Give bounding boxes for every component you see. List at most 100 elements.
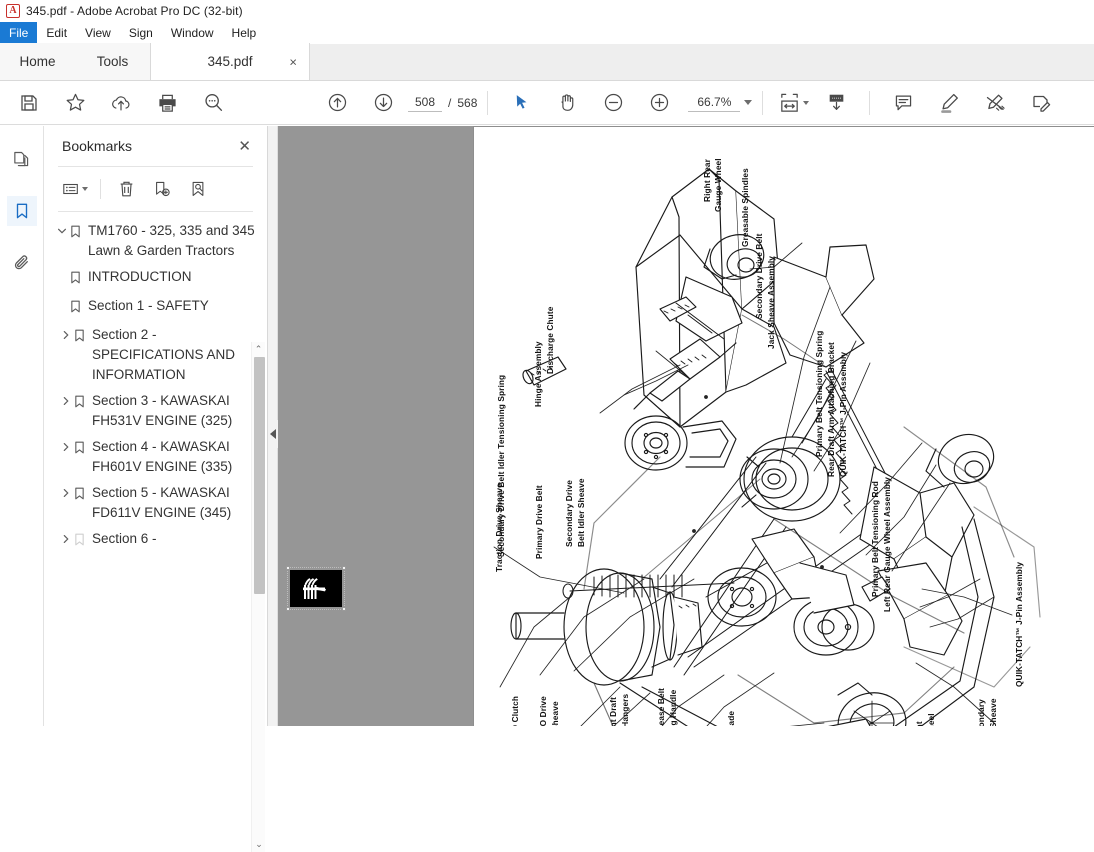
- add-to-favorites-button[interactable]: [52, 82, 98, 124]
- page-thumbnails-icon[interactable]: [7, 144, 37, 174]
- page-number-input[interactable]: [408, 93, 442, 112]
- diagram-label: Belt Idler Sheave: [988, 698, 998, 726]
- attachments-icon[interactable]: [7, 248, 37, 278]
- document-viewport[interactable]: Secondary Drive Belt Idler Tensioning Sp…: [278, 126, 1094, 726]
- menu-edit[interactable]: Edit: [37, 22, 76, 44]
- bookmark-flag-icon: [70, 267, 88, 290]
- diagram-label: Sheave: [550, 701, 560, 726]
- diagram-label: Rear Draft Arm Attaching Bracket: [826, 342, 836, 477]
- menu-sign[interactable]: Sign: [120, 22, 162, 44]
- twisty-expanded-icon[interactable]: [54, 221, 70, 243]
- menu-bar: File Edit View Sign Window Help: [0, 22, 1094, 44]
- resize-handle-tr[interactable]: [342, 566, 346, 570]
- main-toolbar: / 568: [0, 81, 1094, 125]
- fill-and-sign-button[interactable]: [1018, 82, 1064, 124]
- close-tab-icon[interactable]: ×: [289, 55, 297, 68]
- twisty-collapsed-icon[interactable]: [58, 529, 74, 551]
- zoom-in-button[interactable]: [636, 82, 682, 124]
- bookmarks-toolbar-divider: [100, 179, 101, 199]
- diagram-label: Gauge Wheel: [713, 158, 723, 212]
- bookmark-flag-icon: [70, 221, 88, 244]
- twisty-collapsed-icon[interactable]: [58, 325, 74, 347]
- twisty-collapsed-icon[interactable]: [58, 391, 74, 413]
- diagram-label: Left Front: [914, 721, 924, 726]
- resize-handle-bl[interactable]: [286, 607, 290, 611]
- new-bookmark-button[interactable]: [145, 174, 179, 204]
- bookmark-item-section-3[interactable]: Section 3 - KAWASKAI FH531V ENGINE (325): [44, 388, 267, 434]
- bookmarks-toolbar: [44, 167, 267, 211]
- bookmark-label: TM1760 - 325, 335 and 345 Lawn & Garden …: [88, 223, 255, 258]
- bookmark-item-section-5[interactable]: Section 5 - KAWASKAI FD611V ENGINE (345): [44, 480, 267, 526]
- find-button[interactable]: [190, 82, 236, 124]
- menu-window[interactable]: Window: [162, 22, 223, 44]
- scrollbar-thumb[interactable]: [254, 357, 265, 594]
- tab-document[interactable]: 345.pdf ×: [150, 43, 310, 80]
- panel-collapse-handle[interactable]: [268, 420, 278, 448]
- diagram-label: Left Rear Gauge Wheel Assembly: [882, 476, 892, 612]
- next-page-button[interactable]: [360, 82, 406, 124]
- bookmarks-tree[interactable]: TM1760 - 325, 335 and 345 Lawn & Garden …: [44, 212, 267, 726]
- erase-markup-button[interactable]: [972, 82, 1018, 124]
- twisty-collapsed-icon[interactable]: [58, 437, 74, 459]
- zoom-level-input[interactable]: [688, 93, 741, 112]
- menu-view[interactable]: View: [76, 22, 120, 44]
- bookmark-item-introduction[interactable]: INTRODUCTION: [44, 264, 267, 293]
- bookmark-item-section-1[interactable]: Section 1 - SAFETY: [44, 293, 267, 322]
- close-bookmarks-icon[interactable]: ✕: [238, 139, 251, 154]
- twisty-collapsed-icon[interactable]: [58, 483, 74, 505]
- title-bar: A 345.pdf - Adobe Acrobat Pro DC (32-bit…: [0, 0, 1094, 22]
- select-tool-button[interactable]: [498, 82, 544, 124]
- upload-to-cloud-button[interactable]: [98, 82, 144, 124]
- zoom-out-button[interactable]: [590, 82, 636, 124]
- chevron-down-icon[interactable]: [802, 100, 809, 105]
- fit-page-width-button[interactable]: [773, 82, 813, 124]
- toolbar-divider-1: [487, 90, 489, 115]
- resize-handle-br[interactable]: [342, 607, 346, 611]
- bookmark-item-section-4[interactable]: Section 4 - KAWASKAI FH601V ENGINE (335): [44, 434, 267, 480]
- tab-home[interactable]: Home: [0, 43, 75, 80]
- delete-bookmark-button[interactable]: [109, 174, 143, 204]
- bookmarks-title: Bookmarks: [62, 138, 133, 154]
- bookmark-flag-icon: [74, 437, 92, 460]
- bookmark-options-menu[interactable]: [58, 174, 92, 204]
- chevron-down-icon[interactable]: [744, 100, 753, 105]
- bookmark-label: Section 5 - KAWASKAI FD611V ENGINE (345): [92, 485, 232, 520]
- add-comment-button[interactable]: [880, 82, 926, 124]
- menu-file[interactable]: File: [0, 22, 38, 44]
- bookmark-item-root[interactable]: TM1760 - 325, 335 and 345 Lawn & Garden …: [44, 218, 267, 264]
- tab-tools[interactable]: Tools: [75, 43, 150, 80]
- resize-handle-tl[interactable]: [286, 566, 290, 570]
- acrobat-icon: A: [6, 4, 20, 18]
- highlight-text-button[interactable]: [926, 82, 972, 124]
- previous-page-button[interactable]: [314, 82, 360, 124]
- diagram-label: Fixed Secondary: [976, 699, 986, 726]
- pdf-page[interactable]: Secondary Drive Belt Idler Tensioning Sp…: [474, 127, 1094, 726]
- scroll-up-icon[interactable]: ⌃: [252, 342, 265, 357]
- diagram-label: Tensioning Handle: [668, 690, 678, 726]
- diagram-label: Primary Belt Tensioning Rod: [870, 481, 880, 597]
- diagram-label: Gauge Wheel: [926, 713, 936, 726]
- diagram-label: Front Draft: [608, 697, 618, 726]
- scroll-mode-button[interactable]: [813, 82, 859, 124]
- bookmarks-scrollbar[interactable]: ⌃ ⌄: [251, 342, 265, 852]
- diagram-label: Blade: [726, 710, 736, 726]
- diagram-label: PTO Clutch: [510, 695, 520, 726]
- find-bookmark-button[interactable]: [181, 174, 215, 204]
- menu-help[interactable]: Help: [223, 22, 266, 44]
- chevron-down-icon[interactable]: [82, 187, 88, 191]
- bookmarks-header: Bookmarks ✕: [44, 126, 267, 166]
- print-button[interactable]: [144, 82, 190, 124]
- bookmark-item-section-2[interactable]: Section 2 - SPECIFICATIONS AND INFORMATI…: [44, 322, 267, 388]
- bookmark-label: Section 3 - KAWASKAI FH531V ENGINE (325): [92, 393, 233, 428]
- bookmarks-icon[interactable]: [6, 196, 37, 226]
- scroll-down-icon[interactable]: ⌄: [252, 837, 266, 852]
- panel-splitter[interactable]: [268, 126, 278, 726]
- bookmark-item-section-6[interactable]: Section 6 -: [44, 526, 267, 555]
- bookmark-flag-icon: [74, 325, 92, 348]
- tab-document-label: 345.pdf: [207, 54, 253, 69]
- diagram-label: Arm Hangers: [620, 693, 630, 726]
- page-separator: /: [448, 95, 452, 110]
- hand-tool-button[interactable]: [544, 82, 590, 124]
- selected-image-object[interactable]: [286, 566, 346, 611]
- save-button[interactable]: [6, 82, 52, 124]
